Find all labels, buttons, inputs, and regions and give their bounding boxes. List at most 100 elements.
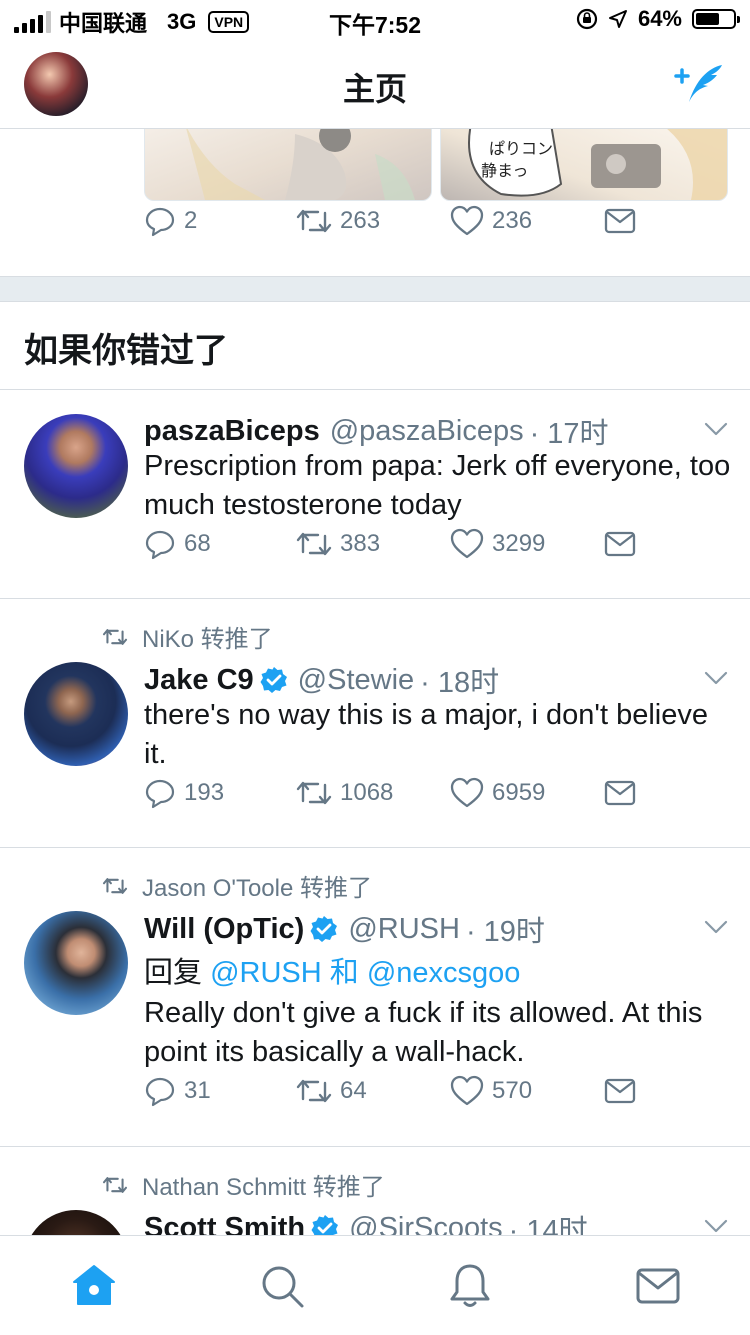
retweet-icon xyxy=(102,628,128,645)
user-handle[interactable]: @RUSH xyxy=(348,913,460,946)
tweet-text: Prescription from papa: Jerk off everyon… xyxy=(144,450,731,521)
retweet-context[interactable]: Nathan Schmitt 转推了 xyxy=(102,1167,385,1202)
retweet-count: 1068 xyxy=(340,779,394,806)
retweeted-by: NiKo 转推了 xyxy=(142,626,273,653)
retweet-count: 64 xyxy=(340,1077,367,1104)
reply-button[interactable]: 2 xyxy=(144,204,197,238)
heart-icon xyxy=(450,777,484,808)
section-divider xyxy=(0,276,750,302)
retweet-button[interactable]: 263 xyxy=(296,204,380,238)
home-icon[interactable] xyxy=(70,1262,118,1310)
tweet-text: there's no way this is a major, i don't … xyxy=(144,699,708,770)
like-count: 6959 xyxy=(492,779,546,806)
tweet[interactable]: NiKo 转推了 Jake C9 @Stewie · 18时 there's n… xyxy=(0,599,750,847)
display-name[interactable]: Scott Smith xyxy=(144,1212,305,1236)
like-button[interactable]: 6959 xyxy=(450,776,545,810)
mail-icon xyxy=(604,1078,636,1104)
tweet-text: Really don't give a fuck if its allowed.… xyxy=(144,997,703,1068)
retweet-context[interactable]: NiKo 转推了 xyxy=(102,619,273,654)
chevron-down-icon[interactable] xyxy=(704,920,728,934)
tweet-time: · 17时 xyxy=(529,418,609,450)
retweet-count: 383 xyxy=(340,530,381,557)
user-handle[interactable]: @Stewie xyxy=(298,664,414,697)
reply-prefix: 回复 xyxy=(144,957,203,989)
top-nav: 主页 xyxy=(0,40,750,129)
bottom-tab-bar xyxy=(0,1235,750,1335)
rotation-lock-icon xyxy=(576,8,598,30)
user-handle[interactable]: @paszaBiceps xyxy=(330,415,524,448)
mention-link[interactable]: @nexcsgoo xyxy=(367,957,521,989)
retweet-icon xyxy=(102,877,128,894)
dm-share-button[interactable] xyxy=(604,776,636,810)
dm-share-button[interactable] xyxy=(604,527,636,561)
chevron-down-icon[interactable] xyxy=(704,1219,728,1233)
media-image[interactable]: ぱりコン静まっ xyxy=(440,129,728,201)
like-button[interactable]: 570 xyxy=(450,1074,532,1108)
dm-share-button[interactable] xyxy=(604,204,636,238)
reply-icon xyxy=(145,530,175,560)
chevron-down-icon[interactable] xyxy=(704,671,728,685)
avatar[interactable] xyxy=(24,1210,128,1235)
retweet-button[interactable]: 64 xyxy=(296,1074,367,1108)
reply-count: 2 xyxy=(184,207,198,234)
section-title: 如果你错过了 xyxy=(24,332,228,370)
search-icon[interactable] xyxy=(258,1262,306,1310)
messages-icon[interactable] xyxy=(634,1262,682,1310)
avatar[interactable] xyxy=(24,662,128,766)
avatar[interactable] xyxy=(24,414,128,518)
mail-icon xyxy=(604,780,636,806)
user-handle[interactable]: @SirScoots xyxy=(349,1212,503,1236)
display-name[interactable]: Jake C9 xyxy=(144,664,254,697)
reply-button[interactable]: 68 xyxy=(144,527,211,561)
reply-icon xyxy=(145,779,175,809)
retweet-count: 263 xyxy=(340,207,381,234)
tweet-time: · 19时 xyxy=(465,916,545,948)
like-button[interactable]: 3299 xyxy=(450,527,545,561)
tweet-time: · 14时 xyxy=(508,1215,588,1235)
retweet-button[interactable]: 383 xyxy=(296,527,380,561)
compose-tweet-icon[interactable] xyxy=(674,62,726,108)
retweet-icon xyxy=(296,1079,332,1103)
timeline[interactable]: ぱりコン静まっ 2 263 236 如果你错过了 paszaBiceps @pa… xyxy=(0,129,750,1235)
reply-count: 31 xyxy=(184,1077,211,1104)
reply-context: 回复 @RUSH 和 @nexcsgoo xyxy=(144,949,520,991)
retweet-icon xyxy=(296,532,332,556)
like-count: 3299 xyxy=(492,530,546,557)
retweet-context[interactable]: Jason O'Toole 转推了 xyxy=(102,868,372,903)
svg-text:静まっ: 静まっ xyxy=(481,161,528,180)
verified-badge-icon xyxy=(311,1215,339,1235)
reply-button[interactable]: 193 xyxy=(144,776,224,810)
retweet-button[interactable]: 1068 xyxy=(296,776,393,810)
media-image[interactable] xyxy=(144,129,432,201)
retweet-icon xyxy=(296,781,332,805)
tweet[interactable]: paszaBiceps @paszaBiceps · 17时 Prescript… xyxy=(0,390,750,598)
retweeted-by: Jason O'Toole 转推了 xyxy=(142,875,373,902)
reply-count: 193 xyxy=(184,779,225,806)
dm-share-button[interactable] xyxy=(604,1074,636,1108)
verified-badge-icon xyxy=(310,916,338,942)
like-button[interactable]: 236 xyxy=(450,204,532,238)
tweet[interactable]: Jason O'Toole 转推了 Will (OpTic) @RUSH · 1… xyxy=(0,848,750,1146)
heart-icon xyxy=(450,205,484,236)
heart-icon xyxy=(450,528,484,559)
heart-icon xyxy=(450,1075,484,1106)
status-bar: 中国联通 3G VPN 下午7:52 64% xyxy=(0,0,750,40)
tweet[interactable]: Nathan Schmitt 转推了 Scott Smith @SirScoot… xyxy=(0,1147,750,1235)
chevron-down-icon[interactable] xyxy=(704,422,728,436)
display-name[interactable]: paszaBiceps xyxy=(144,415,320,448)
battery-icon xyxy=(692,9,740,29)
like-count: 570 xyxy=(492,1077,533,1104)
tweet-time: · 18时 xyxy=(420,667,500,699)
notifications-icon[interactable] xyxy=(446,1262,494,1310)
retweet-icon xyxy=(296,209,332,233)
reply-button[interactable]: 31 xyxy=(144,1074,211,1108)
mail-icon xyxy=(604,208,636,234)
page-title: 主页 xyxy=(342,71,407,107)
media-grid[interactable]: ぱりコン静まっ xyxy=(144,129,728,201)
svg-text:ぱりコン: ぱりコン xyxy=(489,139,553,158)
retweet-icon xyxy=(102,1176,128,1193)
mention-link[interactable]: @RUSH xyxy=(210,957,322,989)
avatar[interactable] xyxy=(24,911,128,1015)
display-name[interactable]: Will (OpTic) xyxy=(144,913,304,946)
reply-count: 68 xyxy=(184,530,211,557)
